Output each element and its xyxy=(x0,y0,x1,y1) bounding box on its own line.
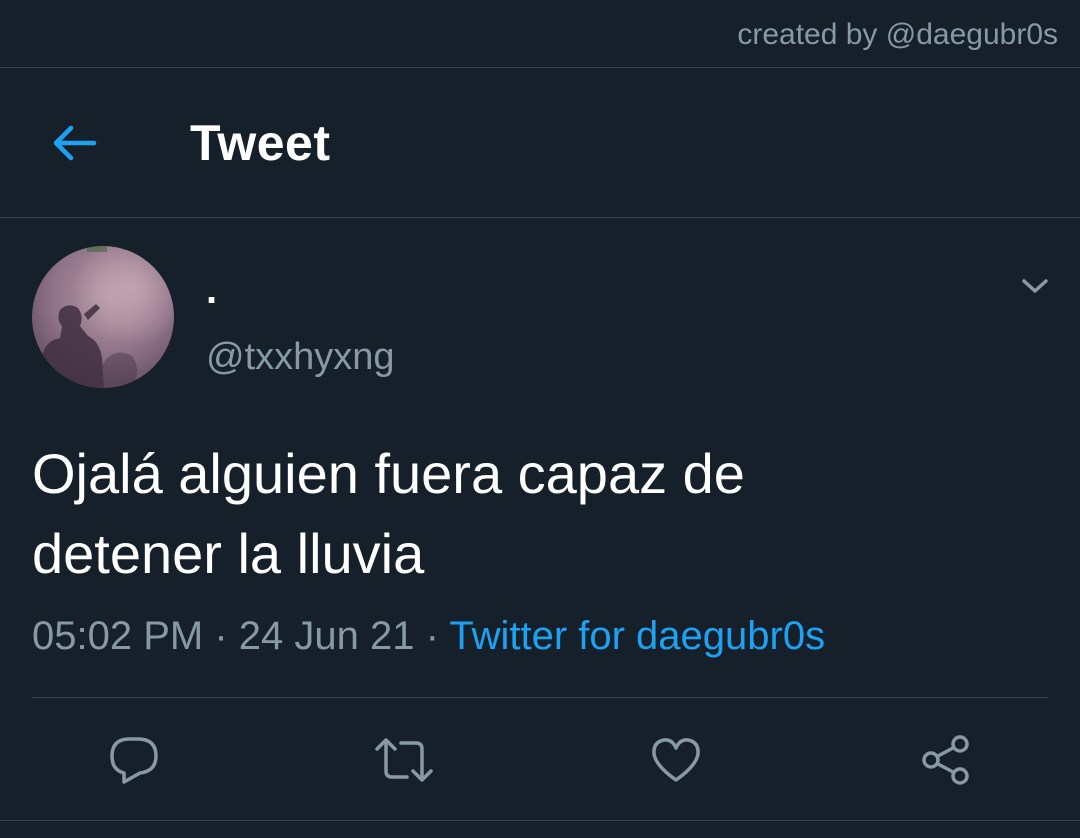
meta-separator: · xyxy=(425,614,439,658)
author-display-name[interactable]: . xyxy=(206,268,217,313)
tweet-menu-button[interactable] xyxy=(1012,266,1058,306)
avatar-image xyxy=(32,246,174,388)
tweet-time: 05:02 PM xyxy=(32,614,204,658)
like-button[interactable] xyxy=(636,720,716,800)
retweet-icon xyxy=(375,738,433,782)
tweet-text-line-1: Ojalá alguien fuera capaz de xyxy=(32,442,745,505)
reply-button[interactable] xyxy=(94,720,174,800)
arrow-left-icon xyxy=(53,125,97,161)
share-icon xyxy=(922,735,969,785)
author-handle[interactable]: @txxhyxng xyxy=(206,336,395,379)
creator-credit: created by @daegubr0s xyxy=(737,18,1058,51)
page-title: Tweet xyxy=(190,115,331,171)
meta-separator: · xyxy=(214,614,228,658)
divider xyxy=(0,820,1080,821)
share-button[interactable] xyxy=(906,720,986,800)
top-credit-bar: created by @daegubr0s xyxy=(0,0,1080,68)
divider xyxy=(32,697,1048,698)
avatar[interactable] xyxy=(32,246,174,388)
tweet-source-link[interactable]: Twitter for daegubr0s xyxy=(449,614,825,658)
back-button[interactable] xyxy=(44,115,104,171)
tweet-text: Ojalá alguien fuera capaz de detener la … xyxy=(32,434,1042,594)
reply-icon xyxy=(110,737,158,784)
tweet-action-bar xyxy=(0,720,1080,800)
tweet-metadata: 05:02 PM · 24 Jun 21 · Twitter for daegu… xyxy=(32,614,825,659)
tweet-date: 24 Jun 21 xyxy=(238,614,415,658)
like-icon xyxy=(652,738,700,782)
app-header: Tweet xyxy=(0,68,1080,218)
retweet-button[interactable] xyxy=(364,720,444,800)
tweet-text-line-2: detener la lluvia xyxy=(32,522,425,585)
chevron-down-icon xyxy=(1022,279,1048,293)
